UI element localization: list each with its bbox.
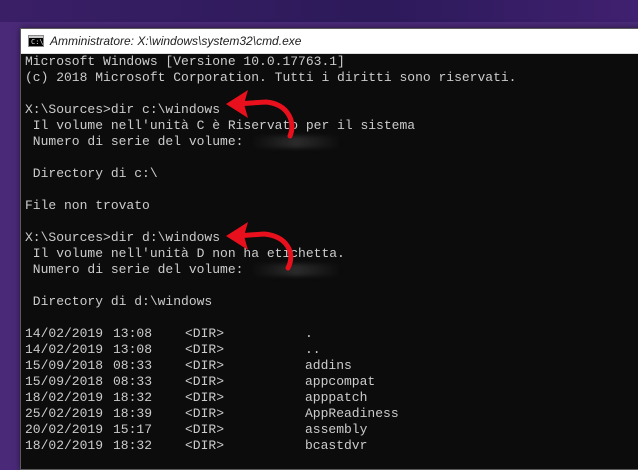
listing-time: 15:17 bbox=[113, 422, 153, 437]
listing-row: 18/02/2019 18:32 <DIR> apppatch bbox=[25, 390, 638, 406]
listing-date: 15/09/2018 bbox=[25, 374, 104, 389]
listing-time: 13:08 bbox=[113, 326, 153, 341]
listing-name: appcompat bbox=[305, 374, 376, 389]
listing-type: <DIR> bbox=[185, 374, 225, 389]
console-line: Directory di d:\windows bbox=[25, 294, 213, 309]
redacted-serial bbox=[251, 263, 342, 276]
console-line: (c) 2018 Microsoft Corporation. Tutti i … bbox=[25, 70, 517, 85]
listing-type: <DIR> bbox=[185, 326, 225, 341]
listing-type: <DIR> bbox=[185, 390, 225, 405]
listing-date: 18/02/2019 bbox=[25, 390, 104, 405]
listing-type: <DIR> bbox=[185, 342, 225, 357]
console-line: Directory di c:\ bbox=[25, 166, 158, 181]
listing-name: .. bbox=[305, 342, 321, 357]
listing-name: assembly bbox=[305, 422, 368, 437]
listing-type: <DIR> bbox=[185, 406, 225, 421]
listing-name: addins bbox=[305, 358, 352, 373]
console-output[interactable]: Microsoft Windows [Versione 10.0.17763.1… bbox=[25, 54, 638, 469]
listing-row: 15/09/2018 08:33 <DIR> addins bbox=[25, 358, 638, 374]
listing-time: 13:08 bbox=[113, 342, 153, 357]
listing-name: . bbox=[305, 326, 313, 341]
listing-time: 08:33 bbox=[113, 358, 153, 373]
cmd-icon: C:\ bbox=[28, 35, 44, 47]
console-line: X:\Sources>dir d:\windows bbox=[25, 230, 221, 245]
listing-row: 20/02/2019 15:17 <DIR> assembly bbox=[25, 422, 638, 438]
listing-name: AppReadiness bbox=[305, 406, 399, 421]
listing-date: 15/09/2018 bbox=[25, 358, 104, 373]
listing-date: 14/02/2019 bbox=[25, 342, 104, 357]
listing-date: 14/02/2019 bbox=[25, 326, 104, 341]
listing-row: 25/02/2019 18:39 <DIR> AppReadiness bbox=[25, 406, 638, 422]
listing-name: apppatch bbox=[305, 390, 368, 405]
listing-row: 14/02/2019 13:08 <DIR>. bbox=[25, 326, 638, 342]
listing-date: 18/02/2019 bbox=[25, 438, 104, 453]
console-line: File non trovato bbox=[25, 198, 150, 213]
listing-row: 18/02/2019 18:32 <DIR> bcastdvr bbox=[25, 438, 638, 454]
console-line: Numero di serie del volume: bbox=[25, 134, 638, 150]
listing-type: <DIR> bbox=[185, 438, 225, 453]
listing-time: 18:39 bbox=[113, 406, 153, 421]
listing-date: 20/02/2019 bbox=[25, 422, 104, 437]
listing-time: 18:32 bbox=[113, 438, 153, 453]
listing-time: 18:32 bbox=[113, 390, 153, 405]
cmd-window[interactable]: C:\ Amministratore: X:\windows\system32\… bbox=[20, 28, 638, 470]
console-line: Numero di serie del volume: bbox=[25, 262, 638, 278]
listing-type: <DIR> bbox=[185, 422, 225, 437]
desktop-background bbox=[0, 0, 638, 22]
listing-row: 15/09/2018 08:33 <DIR> appcompat bbox=[25, 374, 638, 390]
console-line: X:\Sources>dir c:\windows bbox=[25, 102, 221, 117]
listing-time: 08:33 bbox=[113, 374, 153, 389]
console-line: Il volume nell'unità C è Riservato per i… bbox=[25, 118, 416, 133]
listing-row: 14/02/2019 13:08 <DIR>.. bbox=[25, 342, 638, 358]
listing-name: bcastdvr bbox=[305, 438, 368, 453]
console-line: Il volume nell'unità D non ha etichetta. bbox=[25, 246, 345, 261]
listing-type: <DIR> bbox=[185, 358, 225, 373]
title-bar[interactable]: C:\ Amministratore: X:\windows\system32\… bbox=[21, 29, 638, 54]
redacted-serial bbox=[251, 135, 342, 148]
console-line: Microsoft Windows [Versione 10.0.17763.1… bbox=[25, 54, 345, 69]
window-title: Amministratore: X:\windows\system32\cmd.… bbox=[50, 34, 302, 48]
listing-date: 25/02/2019 bbox=[25, 406, 104, 421]
